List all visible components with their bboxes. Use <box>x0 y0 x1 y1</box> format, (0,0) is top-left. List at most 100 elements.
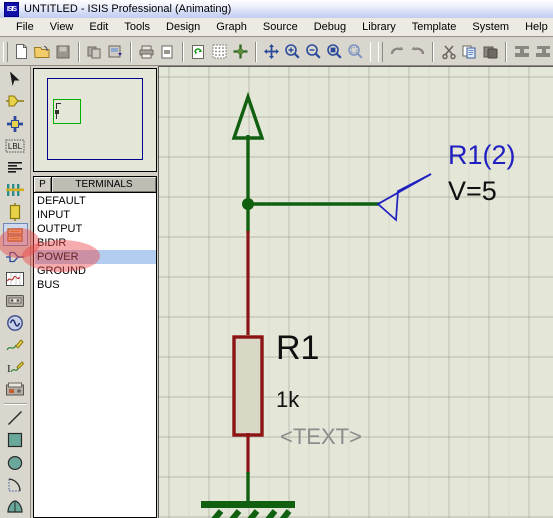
ground-terminal-symbol[interactable] <box>201 501 295 518</box>
toolbar-separator <box>432 41 435 62</box>
object-selector-header: P TERMINALS <box>34 177 156 193</box>
terminals-list: DEFAULT INPUT OUTPUT BIDIR POWER GROUND … <box>34 193 156 292</box>
open-file-icon[interactable] <box>33 41 52 62</box>
toolbar-grip[interactable] <box>3 41 8 62</box>
copy-icon[interactable] <box>460 41 479 62</box>
menu-tools[interactable]: Tools <box>116 19 158 35</box>
undo-icon[interactable] <box>387 41 406 62</box>
device-pin-mode-icon[interactable] <box>3 246 28 268</box>
toolbar-separator <box>129 41 132 62</box>
generator-mode-icon[interactable] <box>3 312 28 334</box>
menu-system[interactable]: System <box>464 19 517 35</box>
grid-lines <box>159 67 553 518</box>
preview-circuit-mark <box>56 103 57 109</box>
isis-application-window: ISIS UNTITLED - ISIS Professional (Anima… <box>0 0 553 518</box>
menu-debug[interactable]: Debug <box>306 19 354 35</box>
power-terminal-symbol[interactable] <box>231 91 265 140</box>
redo-icon[interactable] <box>408 41 427 62</box>
resistor-value-label[interactable]: 1k <box>276 387 300 412</box>
text-script-mode-icon[interactable] <box>3 157 28 179</box>
list-item-bus[interactable]: BUS <box>35 278 156 292</box>
toolbar-separator <box>3 403 27 406</box>
line-tool-icon[interactable] <box>3 407 28 429</box>
component-mode-icon[interactable] <box>3 90 28 112</box>
terminals-mode-icon[interactable] <box>2 223 28 246</box>
pick-from-library-button[interactable]: P <box>34 177 52 192</box>
object-selector-title: TERMINALS <box>52 177 156 192</box>
export-section-icon[interactable] <box>106 41 125 62</box>
toggle-grid-icon[interactable] <box>210 41 229 62</box>
tape-recorder-mode-icon[interactable] <box>3 290 28 312</box>
title-bar: ISIS UNTITLED - ISIS Professional (Anima… <box>0 0 553 19</box>
list-item-default[interactable]: DEFAULT <box>35 194 156 208</box>
zoom-area-icon[interactable] <box>325 41 344 62</box>
list-item-ground[interactable]: GROUND <box>35 264 156 278</box>
zoom-out-icon[interactable] <box>304 41 323 62</box>
resistor-reference-label[interactable]: R1 <box>276 329 319 367</box>
toolbar-separator <box>181 41 184 62</box>
circle-tool-icon[interactable] <box>3 452 28 474</box>
toolbar-separator <box>505 41 508 62</box>
arc-tool-icon[interactable] <box>3 474 28 496</box>
import-section-icon[interactable] <box>85 41 104 62</box>
resistor-text-placeholder-label[interactable]: <TEXT> <box>280 424 362 449</box>
object-selector-panel: P TERMINALS DEFAULT INPUT OUTPUT BIDIR P… <box>33 176 157 518</box>
pan-icon[interactable] <box>262 41 281 62</box>
list-item-power[interactable]: POWER <box>35 250 156 264</box>
menu-source[interactable]: Source <box>255 19 306 35</box>
probe-net-label: R1(2) <box>448 140 516 170</box>
new-file-icon[interactable] <box>12 41 31 62</box>
menu-library[interactable]: Library <box>354 19 404 35</box>
cut-icon[interactable] <box>439 41 458 62</box>
list-item-bidir[interactable]: BIDIR <box>35 236 156 250</box>
subcircuit-mode-icon[interactable] <box>3 201 28 223</box>
junction-dot-mode-icon[interactable] <box>3 112 28 134</box>
menu-edit[interactable]: Edit <box>81 19 116 35</box>
resistor-body[interactable] <box>232 335 264 437</box>
wire-label-mode-icon[interactable]: LBL <box>3 135 28 157</box>
menu-view[interactable]: View <box>42 19 82 35</box>
refresh-display-icon[interactable] <box>189 41 208 62</box>
menu-help[interactable]: Help <box>517 19 553 35</box>
main-toolbar <box>0 38 553 66</box>
bus-mode-icon[interactable] <box>3 179 28 201</box>
mode-toolbar: LBL I <box>0 66 31 518</box>
box-tool-icon[interactable] <box>3 429 28 451</box>
toolbar-grip[interactable] <box>378 41 384 62</box>
menu-template[interactable]: Template <box>404 19 465 35</box>
preview-circuit-mark <box>56 114 57 119</box>
paste-icon[interactable] <box>481 41 500 62</box>
graph-mode-icon[interactable] <box>3 268 28 290</box>
menu-graph[interactable]: Graph <box>208 19 255 35</box>
viewport-rectangle[interactable] <box>53 99 81 124</box>
schematic-drawing: R1 1k <TEXT> R1(2) V=5 <box>159 67 553 518</box>
schematic-canvas[interactable]: R1 1k <TEXT> R1(2) V=5 <box>158 66 553 518</box>
menu-file[interactable]: File <box>8 19 42 35</box>
origin-icon[interactable] <box>231 41 250 62</box>
path-tool-icon[interactable] <box>3 496 28 518</box>
block-move-icon[interactable] <box>533 41 552 62</box>
zoom-in-icon[interactable] <box>283 41 302 62</box>
isis-icon: ISIS <box>4 1 19 17</box>
virtual-instrument-mode-icon[interactable] <box>3 379 28 401</box>
menu-design[interactable]: Design <box>158 19 208 35</box>
list-item-input[interactable]: INPUT <box>35 208 156 222</box>
grid-minor-lines <box>188 67 510 518</box>
toolbar-separator <box>369 41 372 62</box>
voltage-probe-mode-icon[interactable] <box>3 335 28 357</box>
list-item-output[interactable]: OUTPUT <box>35 222 156 236</box>
probe-measurement-label: V=5 <box>448 176 497 206</box>
save-file-icon[interactable] <box>54 41 73 62</box>
svg-text:LBL: LBL <box>8 142 23 151</box>
toolbar-separator <box>254 41 257 62</box>
print-region-icon[interactable] <box>158 41 177 62</box>
svg-text:I: I <box>7 363 11 375</box>
menu-bar: File View Edit Tools Design Graph Source… <box>0 18 553 37</box>
zoom-all-icon[interactable] <box>346 41 365 62</box>
overview-preview[interactable] <box>33 68 157 172</box>
current-probe-mode-icon[interactable]: I <box>3 357 28 379</box>
toolbar-separator <box>77 41 80 62</box>
block-copy-icon[interactable] <box>512 41 531 62</box>
print-icon[interactable] <box>137 41 156 62</box>
selection-mode-icon[interactable] <box>3 68 28 90</box>
